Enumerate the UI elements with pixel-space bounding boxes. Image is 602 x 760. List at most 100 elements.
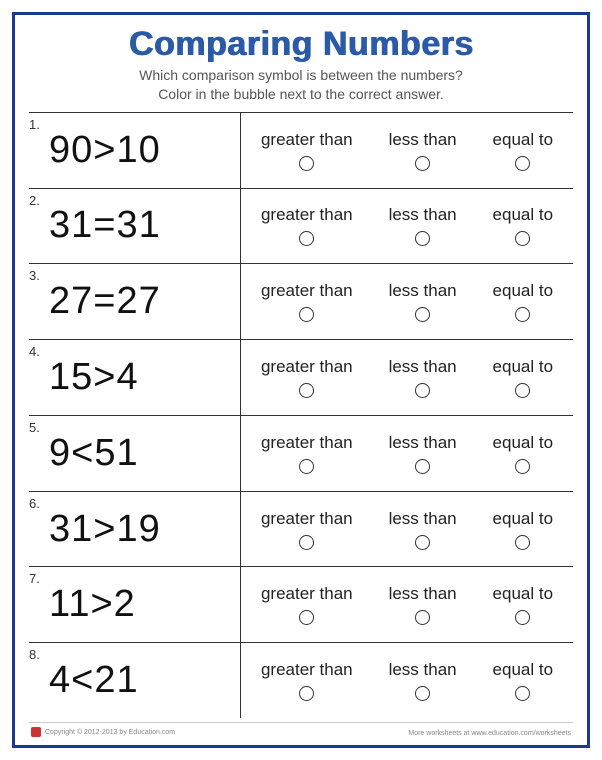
- bubble-equal[interactable]: [515, 231, 530, 246]
- instructions: Which comparison symbol is between the n…: [29, 66, 573, 104]
- problem-number: 2.: [29, 189, 45, 264]
- problems-list: 1. 90>10 greater than less than equal to: [29, 112, 573, 718]
- option-label-less: less than: [389, 660, 457, 680]
- options-group: greater than less than equal to: [241, 189, 573, 264]
- problem-number: 5.: [29, 416, 45, 491]
- bubble-greater[interactable]: [299, 535, 314, 550]
- expression-cell: 31=31: [45, 189, 241, 264]
- option-label-less: less than: [389, 130, 457, 150]
- options-group: greater than less than equal to: [241, 113, 573, 188]
- page-title: Comparing Numbers: [29, 25, 573, 64]
- option-label-equal: equal to: [493, 433, 554, 453]
- option-greater: greater than: [261, 584, 353, 625]
- options-group: greater than less than equal to: [241, 340, 573, 415]
- option-label-equal: equal to: [493, 584, 554, 604]
- option-equal: equal to: [493, 433, 554, 474]
- option-label-less: less than: [389, 281, 457, 301]
- instructions-line-2: Color in the bubble next to the correct …: [158, 86, 444, 102]
- bubble-greater[interactable]: [299, 610, 314, 625]
- option-label-greater: greater than: [261, 584, 353, 604]
- option-label-less: less than: [389, 433, 457, 453]
- bubble-less[interactable]: [415, 383, 430, 398]
- option-label-greater: greater than: [261, 281, 353, 301]
- bubble-less[interactable]: [415, 535, 430, 550]
- bubble-equal[interactable]: [515, 459, 530, 474]
- options-group: greater than less than equal to: [241, 492, 573, 567]
- option-equal: equal to: [493, 205, 554, 246]
- bubble-less[interactable]: [415, 307, 430, 322]
- bubble-less[interactable]: [415, 231, 430, 246]
- options-group: greater than less than equal to: [241, 643, 573, 718]
- options-group: greater than less than equal to: [241, 416, 573, 491]
- bubble-greater[interactable]: [299, 156, 314, 171]
- problem-number: 8.: [29, 643, 45, 718]
- footer-link-text: More worksheets at www.education.com/wor…: [408, 730, 571, 737]
- expression: 31=31: [49, 204, 161, 247]
- option-greater: greater than: [261, 433, 353, 474]
- bubble-equal[interactable]: [515, 610, 530, 625]
- option-label-less: less than: [389, 509, 457, 529]
- problem-number: 7.: [29, 567, 45, 642]
- bubble-less[interactable]: [415, 686, 430, 701]
- expression-cell: 15>4: [45, 340, 241, 415]
- problem-row: 3. 27=27 greater than less than equal to: [29, 263, 573, 339]
- problem-number: 6.: [29, 492, 45, 567]
- copyright-text: Copyright © 2012-2013 by Education.com: [45, 729, 175, 736]
- problem-number: 1.: [29, 113, 45, 188]
- option-greater: greater than: [261, 357, 353, 398]
- option-label-equal: equal to: [493, 509, 554, 529]
- problem-row: 2. 31=31 greater than less than equal to: [29, 188, 573, 264]
- expression-cell: 90>10: [45, 113, 241, 188]
- options-group: greater than less than equal to: [241, 567, 573, 642]
- bubble-equal[interactable]: [515, 307, 530, 322]
- bubble-equal[interactable]: [515, 156, 530, 171]
- footer-left: Copyright © 2012-2013 by Education.com: [31, 727, 175, 737]
- option-less: less than: [389, 509, 457, 550]
- bubble-greater[interactable]: [299, 686, 314, 701]
- bubble-less[interactable]: [415, 610, 430, 625]
- bubble-equal[interactable]: [515, 383, 530, 398]
- bubble-equal[interactable]: [515, 535, 530, 550]
- problem-row: 4. 15>4 greater than less than equal to: [29, 339, 573, 415]
- option-label-greater: greater than: [261, 509, 353, 529]
- bubble-less[interactable]: [415, 459, 430, 474]
- footer: Copyright © 2012-2013 by Education.com M…: [29, 722, 573, 737]
- option-label-less: less than: [389, 357, 457, 377]
- options-group: greater than less than equal to: [241, 264, 573, 339]
- instructions-line-1: Which comparison symbol is between the n…: [139, 67, 463, 83]
- bubble-equal[interactable]: [515, 686, 530, 701]
- education-logo-icon: [31, 727, 41, 737]
- option-label-less: less than: [389, 205, 457, 225]
- option-less: less than: [389, 357, 457, 398]
- problem-row: 1. 90>10 greater than less than equal to: [29, 112, 573, 188]
- option-greater: greater than: [261, 281, 353, 322]
- bubble-greater[interactable]: [299, 383, 314, 398]
- expression: 31>19: [49, 508, 161, 551]
- expression-cell: 31>19: [45, 492, 241, 567]
- bubble-greater[interactable]: [299, 307, 314, 322]
- option-equal: equal to: [493, 281, 554, 322]
- option-less: less than: [389, 130, 457, 171]
- bubble-greater[interactable]: [299, 459, 314, 474]
- option-label-equal: equal to: [493, 281, 554, 301]
- bubble-less[interactable]: [415, 156, 430, 171]
- option-less: less than: [389, 660, 457, 701]
- expression: 9<51: [49, 432, 139, 475]
- problem-row: 6. 31>19 greater than less than equal to: [29, 491, 573, 567]
- option-less: less than: [389, 281, 457, 322]
- option-greater: greater than: [261, 130, 353, 171]
- expression: 27=27: [49, 280, 161, 323]
- option-label-greater: greater than: [261, 357, 353, 377]
- expression-cell: 27=27: [45, 264, 241, 339]
- option-equal: equal to: [493, 357, 554, 398]
- bubble-greater[interactable]: [299, 231, 314, 246]
- expression: 11>2: [49, 583, 136, 626]
- option-less: less than: [389, 205, 457, 246]
- problem-number: 4.: [29, 340, 45, 415]
- option-greater: greater than: [261, 205, 353, 246]
- option-equal: equal to: [493, 584, 554, 625]
- problem-row: 8. 4<21 greater than less than equal to: [29, 642, 573, 718]
- option-label-equal: equal to: [493, 130, 554, 150]
- option-greater: greater than: [261, 660, 353, 701]
- expression: 90>10: [49, 129, 161, 172]
